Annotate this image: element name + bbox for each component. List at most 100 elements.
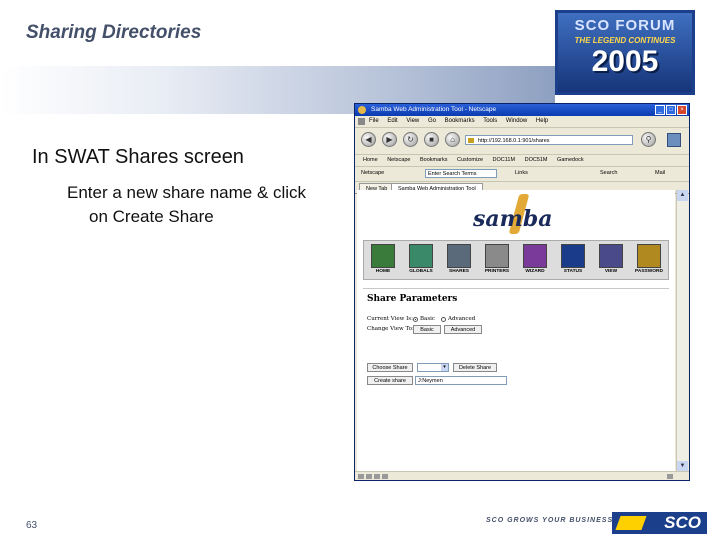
- nav-globals-label: GLOBALS: [409, 269, 433, 274]
- bullet-level-2: Enter a new share name & click on Create…: [67, 181, 357, 229]
- menu-bookmarks[interactable]: Bookmarks: [445, 118, 475, 124]
- status-icon-4: [382, 474, 388, 479]
- maximize-button[interactable]: □: [666, 105, 676, 115]
- page-icon: [468, 138, 474, 143]
- menu-window[interactable]: Window: [506, 118, 527, 124]
- slide-title: Sharing Directories: [26, 22, 202, 43]
- page-number: 63: [26, 520, 38, 531]
- bookmark-2[interactable]: DOC51M: [525, 157, 548, 163]
- toolbar-search[interactable]: Search: [600, 170, 617, 176]
- bullet-2-line-2: on Create Share: [89, 207, 214, 226]
- nav-password-label: PASSWORD: [635, 269, 663, 274]
- bookmark-1[interactable]: DOC11M: [493, 157, 516, 163]
- nav-home-label: HOME: [375, 269, 391, 274]
- create-share-button[interactable]: Create share: [367, 376, 413, 385]
- minimize-button[interactable]: _: [655, 105, 665, 115]
- choose-share-button[interactable]: Choose Share: [367, 363, 413, 372]
- view-basic-label: Basic: [420, 316, 435, 322]
- search-field[interactable]: Enter Search Terms: [425, 169, 497, 178]
- samba-logo: samba: [473, 194, 553, 234]
- share-parameters-heading: Share Parameters: [367, 294, 458, 304]
- bookmark-bookmarks[interactable]: Bookmarks: [420, 157, 448, 163]
- search-button[interactable]: ⚲: [641, 132, 656, 147]
- browser-title-bar: Samba Web Administration Tool - Netscape…: [355, 104, 689, 116]
- menu-file[interactable]: File: [369, 118, 379, 124]
- change-view-label: Change View To:: [367, 326, 414, 332]
- view-advanced-label: Advanced: [448, 316, 476, 322]
- back-button[interactable]: ◀: [361, 132, 376, 147]
- wizard-icon: [523, 244, 547, 268]
- advanced-button[interactable]: Advanced: [444, 325, 482, 334]
- nav-wizard-label: WIZARD: [525, 269, 545, 274]
- vertical-scrollbar[interactable]: ▲ ▼: [676, 190, 688, 472]
- sco-forum-logo: SCO FORUM THE LEGEND CONTINUES 2005: [555, 10, 695, 95]
- bookmark-3[interactable]: Gamedock: [557, 157, 584, 163]
- toolbar-mail[interactable]: Mail: [655, 170, 665, 176]
- nav-view[interactable]: VIEW: [594, 244, 628, 274]
- navigation-toolbar: ◀ ▶ ↻ ■ ⌂ http://192.168.0.1:901/shares …: [355, 128, 689, 155]
- nav-printers[interactable]: PRINTERS: [480, 244, 514, 274]
- nav-wizard[interactable]: WIZARD: [518, 244, 552, 274]
- stop-button[interactable]: ■: [424, 132, 439, 147]
- swat-nav-bar: HOME GLOBALS SHARES PRINTERS WIZARD STAT…: [363, 240, 669, 280]
- status-icon: [561, 244, 585, 268]
- logo-year: 2005: [591, 45, 659, 78]
- browser-app-icon: [358, 106, 366, 114]
- url-bar[interactable]: http://192.168.0.1:901/shares: [465, 135, 633, 145]
- status-bar: [355, 471, 689, 480]
- view-icon: [599, 244, 623, 268]
- view-advanced-radio[interactable]: [441, 317, 446, 322]
- view-basic-radio[interactable]: [413, 317, 418, 322]
- current-view-label: Current View Is:: [367, 316, 413, 322]
- scroll-up-icon[interactable]: ▲: [677, 190, 688, 201]
- nav-shares[interactable]: SHARES: [442, 244, 476, 274]
- menu-go[interactable]: Go: [428, 118, 436, 124]
- status-icon-2: [366, 474, 372, 479]
- netscape-throbber-icon: [667, 133, 681, 147]
- menu-edit[interactable]: Edit: [387, 118, 397, 124]
- password-icon: [637, 244, 661, 268]
- nav-home[interactable]: HOME: [366, 244, 400, 274]
- netscape-menu-button[interactable]: Netscape: [361, 170, 384, 176]
- nav-status-label: STATUS: [563, 269, 583, 274]
- reload-button[interactable]: ↻: [403, 132, 418, 147]
- samba-logo-text: samba: [473, 206, 553, 232]
- close-button[interactable]: ×: [677, 105, 687, 115]
- home-button[interactable]: ⌂: [445, 132, 460, 147]
- menu-view[interactable]: View: [406, 118, 419, 124]
- new-share-name-input[interactable]: J:Neymen: [415, 376, 507, 385]
- footer-logo-text: SCO: [664, 513, 701, 532]
- nav-password[interactable]: PASSWORD: [632, 244, 666, 274]
- url-text: http://192.168.0.1:901/shares: [478, 138, 550, 144]
- nav-printers-label: PRINTERS: [484, 269, 510, 274]
- nav-shares-label: SHARES: [449, 269, 469, 274]
- forward-button[interactable]: ▶: [382, 132, 397, 147]
- toolbar-links[interactable]: Links: [515, 170, 528, 176]
- page-content: samba HOME GLOBALS SHARES PRINTERS WIZAR…: [357, 190, 675, 472]
- bullet-2-line-1: Enter a new share name & click: [67, 183, 307, 202]
- footer-tagline: SCO GROWS YOUR BUSINESS: [486, 517, 614, 524]
- bookmark-home[interactable]: Home: [363, 157, 378, 163]
- footer-sco-logo: SCO: [612, 512, 707, 534]
- shares-icon: [447, 244, 471, 268]
- logo-line-1: SCO FORUM: [574, 17, 676, 34]
- search-toolbar: Netscape Enter Search Terms Links Search…: [355, 167, 689, 182]
- menu-app-icon: [358, 118, 365, 125]
- bookmark-customize[interactable]: Customize: [457, 157, 483, 163]
- bullet-level-1: In SWAT Shares screen: [32, 146, 244, 168]
- menu-tools[interactable]: Tools: [483, 118, 497, 124]
- sco-logo-mark-icon: [615, 516, 647, 530]
- share-select[interactable]: ▾: [417, 363, 449, 372]
- status-icon-3: [374, 474, 380, 479]
- bookmark-netscape[interactable]: Netscape: [387, 157, 410, 163]
- nav-globals[interactable]: GLOBALS: [404, 244, 438, 274]
- globe-icon: [409, 244, 433, 268]
- nav-status[interactable]: STATUS: [556, 244, 590, 274]
- delete-share-button[interactable]: Delete Share: [453, 363, 497, 372]
- printer-icon: [485, 244, 509, 268]
- home-icon: [371, 244, 395, 268]
- chevron-down-icon: ▾: [441, 364, 448, 371]
- basic-button[interactable]: Basic: [413, 325, 441, 334]
- logo-line-2: THE LEGEND CONTINUES: [574, 36, 676, 45]
- menu-help[interactable]: Help: [536, 118, 548, 124]
